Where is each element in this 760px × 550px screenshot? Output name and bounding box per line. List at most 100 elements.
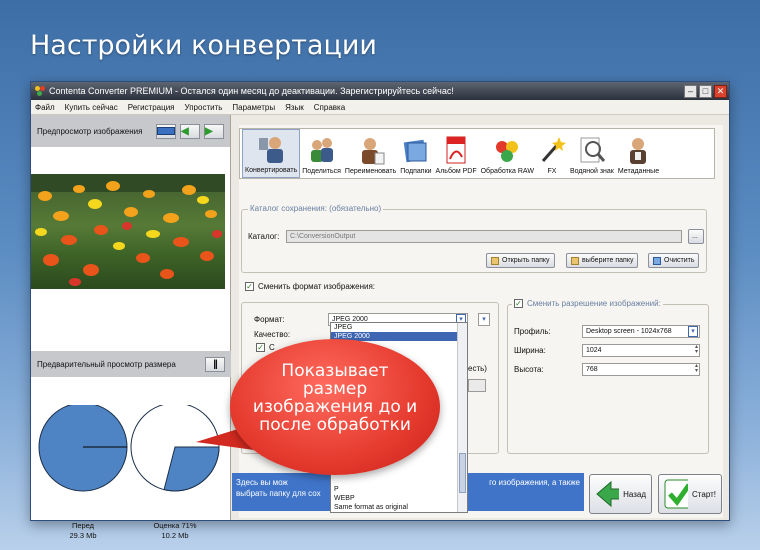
tool-pdf-album-label: Альбом PDF (435, 168, 477, 175)
arrow-left-icon (596, 480, 620, 508)
menu-help[interactable]: Справка (314, 103, 345, 112)
choose-folder-button[interactable]: выберите папку (566, 253, 639, 268)
catalog-input[interactable]: C:\ConversionOutput (286, 230, 682, 243)
preview-header: Предпросмотр изображения ◀ ▶ (31, 115, 230, 147)
menu-bar: Файл Купить сейчас Регистрация Упростить… (31, 100, 729, 115)
folder-icon (571, 256, 579, 265)
back-button[interactable]: Назад (589, 474, 652, 514)
callout-text: Показывает размер изображения до и после… (252, 361, 418, 435)
format-small-field[interactable] (468, 379, 486, 392)
pdf-icon (442, 135, 470, 165)
dropdown-scrollbar[interactable] (457, 323, 467, 512)
height-label: Высота: (514, 365, 544, 374)
clear-button[interactable]: Очистить (648, 253, 700, 268)
monitor-view-button[interactable] (156, 123, 176, 139)
next-image-button[interactable]: ▶ (204, 123, 224, 139)
tool-pdf-album[interactable]: Альбом PDF (434, 129, 479, 178)
rename-person-icon (357, 135, 385, 165)
hint-line1-end: го изображения, а также (489, 478, 580, 487)
menu-buy-now[interactable]: Купить сейчас (65, 103, 118, 112)
change-resolution-label: Сменить разрешение изображений: (527, 299, 661, 308)
preview-image (31, 174, 225, 289)
tool-rename[interactable]: Переименовать (343, 129, 398, 178)
tool-metadata-label: Метаданные (617, 168, 660, 175)
format-option-checkbox[interactable]: ✓ (256, 343, 265, 352)
profile-label: Профиль: (514, 327, 551, 336)
after-size: Оценка 71% 10.2 Mb (135, 521, 215, 541)
change-resolution-checkbox[interactable]: ✓ (514, 299, 523, 308)
close-button[interactable]: ✕ (714, 84, 727, 98)
save-group-label: Каталог сохранения: (обязательно) (248, 204, 384, 213)
preview-label: Предпросмотр изображения (37, 126, 143, 136)
tool-watermark-label: Водяной знак (569, 168, 614, 175)
save-folder-group: Каталог сохранения: (обязательно) Катало… (241, 204, 707, 273)
scrollbar-thumb[interactable] (459, 453, 466, 493)
change-format-row[interactable]: ✓ Сменить формат изображения: (245, 282, 375, 291)
height-input[interactable]: 768 ▴ ▾ (582, 363, 700, 376)
before-label: Перед (71, 521, 95, 530)
share-people-icon (308, 135, 336, 165)
spinner-icon: ▴ ▾ (694, 363, 698, 374)
size-preview-label: Предварительный просмотр размера (37, 359, 176, 369)
spinner-icon: ▴ ▾ (694, 344, 698, 355)
format-option-same[interactable]: Same format as original (331, 503, 459, 512)
format-option-row[interactable]: ✓ С (256, 343, 275, 352)
tool-raw-processing[interactable]: Обработка RAW (479, 129, 536, 178)
format-partial-text: есть) (468, 364, 487, 373)
choose-folder-label: выберите папку (582, 257, 634, 264)
hint-line1: Здесь вы мож (236, 478, 288, 487)
chevron-down-icon: ▾ (688, 326, 698, 337)
app-logo-icon (35, 86, 45, 96)
arrow-right-icon: ▶ (205, 125, 213, 137)
raw-balls-icon (493, 135, 521, 165)
format-option-webp[interactable]: WEBP (331, 494, 459, 503)
start-label: Старт! (692, 489, 716, 499)
menu-file[interactable]: Файл (35, 103, 55, 112)
tool-watermark[interactable]: Водяной знак (568, 129, 616, 178)
menu-register[interactable]: Регистрация (128, 103, 175, 112)
metadata-person-icon (624, 135, 652, 165)
format-option-jpeg[interactable]: JPEG (331, 323, 467, 332)
menu-language[interactable]: Язык (285, 103, 304, 112)
window-title: Contenta Converter PREMIUM - Остался оди… (49, 86, 454, 96)
format-extra-select[interactable]: ▾ (478, 313, 490, 326)
tool-subfolders[interactable]: Подпапки (398, 129, 433, 178)
arrow-left-icon: ◀ (181, 125, 189, 137)
before-size: Перед 29.3 Mb (43, 521, 123, 541)
tool-rename-label: Переименовать (344, 168, 397, 175)
convert-person-icon (257, 134, 285, 164)
minimize-button[interactable]: – (684, 84, 697, 98)
tool-convert[interactable]: Конвертировать (242, 129, 301, 178)
open-folder-label: Открыть папку (502, 257, 550, 264)
before-value: 29.3 Mb (69, 531, 97, 540)
profile-value: Desktop screen - 1024x768 (586, 328, 672, 335)
preview-panel: Предпросмотр изображения ◀ ▶ Предварител… (31, 115, 231, 540)
tool-fx-label: FX (547, 168, 557, 175)
change-format-checkbox[interactable]: ✓ (245, 282, 254, 291)
change-resolution-row[interactable]: ✓ Сменить разрешение изображений: (512, 299, 663, 308)
menu-parameters[interactable]: Параметры (232, 103, 275, 112)
catalog-label: Каталог: (248, 232, 280, 241)
tool-subfolders-label: Подпапки (400, 168, 432, 175)
clear-icon (653, 256, 661, 265)
profile-select[interactable]: Desktop screen - 1024x768 ▾ (582, 325, 700, 338)
format-option-p[interactable]: P (331, 485, 459, 494)
checkmark-icon (664, 479, 689, 509)
tool-metadata[interactable]: Метаданные (616, 129, 661, 178)
flower-photo (31, 174, 225, 286)
previous-image-button[interactable]: ◀ (180, 123, 200, 139)
width-input[interactable]: 1024 ▴ ▾ (582, 344, 700, 357)
tool-share[interactable]: Поделиться (300, 129, 343, 178)
feature-toolbar: Конвертировать Поделиться Переименовать … (239, 128, 715, 179)
tool-share-label: Поделиться (302, 168, 341, 175)
open-folder-button[interactable]: Открыть папку (486, 253, 555, 268)
change-format-label: Сменить формат изображения: (258, 282, 376, 291)
pause-button[interactable]: || (205, 356, 225, 372)
folder-icon (491, 256, 499, 265)
quality-label: Качество: (254, 330, 291, 339)
start-button[interactable]: Старт! (658, 474, 722, 514)
tool-fx[interactable]: FX (536, 129, 568, 178)
maximize-button[interactable]: □ (699, 84, 712, 98)
menu-simplify[interactable]: Упростить (185, 103, 223, 112)
browse-button[interactable]: ... (688, 229, 704, 244)
